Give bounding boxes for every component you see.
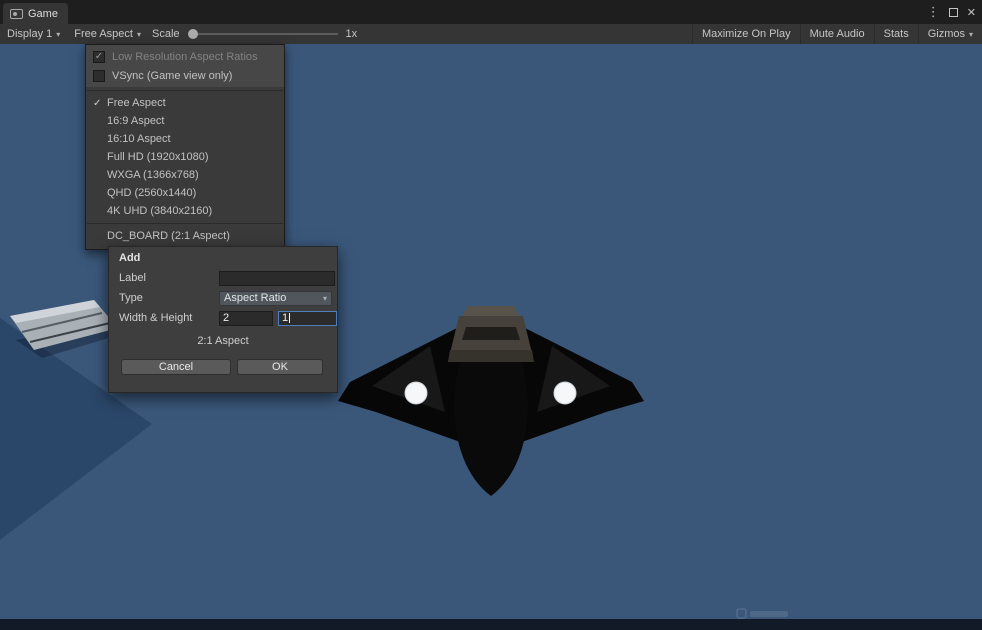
menu-item-4k-uhd[interactable]: 4K UHD (3840x2160) [86,202,284,220]
menu-item-free-aspect[interactable]: ✓ Free Aspect [86,94,284,112]
tab-game[interactable]: Game [3,3,68,24]
scale-slider[interactable] [187,24,338,44]
maximize-on-play-button[interactable]: Maximize On Play [691,24,800,44]
scale-value: 1x [345,28,358,40]
display-dropdown[interactable]: Display 1 ▾ [0,24,67,44]
chevron-down-icon: ▾ [136,29,141,39]
gizmos-dropdown[interactable]: Gizmos ▾ [917,24,982,44]
menu-item-full-hd[interactable]: Full HD (1920x1080) [86,148,284,166]
ship-windshield [462,327,520,340]
slider-knob[interactable] [187,29,198,39]
height-input[interactable]: 1 [278,310,337,326]
tab-label: Game [28,7,58,20]
menu-item-vsync[interactable]: VSync (Game view only) [86,66,284,85]
ok-button[interactable]: OK [237,359,323,375]
hud-overlay-icon [736,608,747,619]
label-input[interactable] [219,270,335,286]
aspect-preview-label: 2:1 Aspect [197,335,249,347]
aspect-dropdown[interactable]: Free Aspect ▾ [67,24,148,44]
type-field-label: Type [119,292,143,304]
checkbox-unchecked-icon [93,69,105,82]
ship-hull-stripe [448,350,534,362]
label-field-label: Label [119,272,146,284]
hud-overlay-bar [750,611,788,617]
ship-nose [462,306,520,317]
mute-audio-button[interactable]: Mute Audio [799,24,874,44]
width-height-label: Width & Height [119,312,193,324]
dialog-title: Add [119,252,141,264]
check-icon: ✓ [93,97,102,109]
menu-item-low-resolution-aspect-ratios[interactable]: ✓ Low Resolution Aspect Ratios [86,47,284,66]
maximize-icon[interactable] [948,7,958,17]
stats-button[interactable]: Stats [873,24,918,44]
kebab-menu-icon[interactable]: ⋮ [927,4,940,20]
close-icon[interactable]: ✕ [967,6,976,19]
menu-separator [87,223,283,224]
engine-glow-left [404,381,428,405]
cancel-button[interactable]: Cancel [121,359,231,375]
ship-fuselage [454,360,528,496]
chevron-down-icon: ▾ [968,29,973,39]
menu-item-dc-board[interactable]: DC_BOARD (2:1 Aspect) [86,227,284,245]
checkbox-checked-icon: ✓ [93,50,105,63]
slider-track [187,33,338,35]
menu-item-16-9-aspect[interactable]: 16:9 Aspect [86,112,284,130]
text-caret [289,313,291,323]
chevron-down-icon: ▾ [322,293,327,303]
scale-label: Scale [151,28,180,40]
chevron-down-icon: ▾ [56,29,61,39]
aspect-ratio-menu: ✓ Low Resolution Aspect Ratios VSync (Ga… [85,44,285,250]
engine-glow-right [553,381,577,405]
menu-separator [87,90,283,91]
menu-item-16-10-aspect[interactable]: 16:10 Aspect [86,130,284,148]
width-input[interactable]: 2 [219,310,273,326]
type-dropdown[interactable]: Aspect Ratio ▾ [219,290,332,306]
window-tab-strip: Game ⋮ ✕ [0,0,982,24]
scene-bottom-band [0,619,982,630]
game-view-icon [10,8,23,19]
add-aspect-dialog: Add Label Type Aspect Ratio ▾ Width & He… [108,246,338,393]
menu-item-wxga[interactable]: WXGA (1366x768) [86,166,284,184]
menu-item-qhd[interactable]: QHD (2560x1440) [86,184,284,202]
game-view-toolbar: Display 1 ▾ Free Aspect ▾ Scale 1x Maxim… [0,24,982,44]
